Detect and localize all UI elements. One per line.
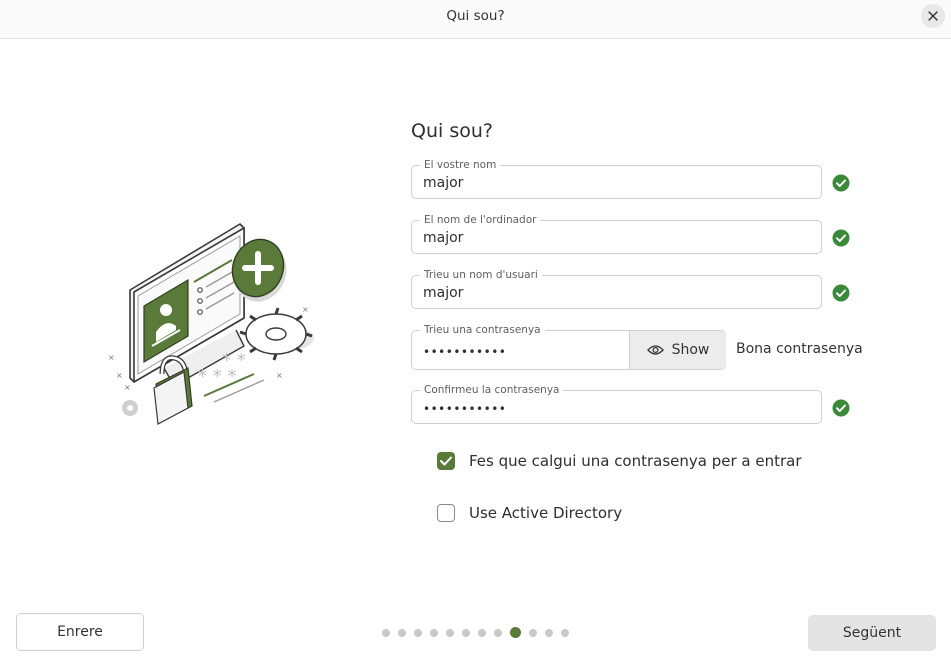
progress-dot bbox=[414, 628, 422, 637]
password-label: Trieu una contrasenya bbox=[420, 323, 545, 337]
progress-dot-current bbox=[510, 627, 521, 638]
password-value: ••••••••••• bbox=[423, 345, 507, 359]
confirm-password-value: ••••••••••• bbox=[423, 402, 507, 416]
svg-text:* *: * * bbox=[222, 350, 246, 371]
computer-name-field[interactable]: El nom de l'ordinador major bbox=[411, 213, 822, 254]
progress-dot bbox=[529, 628, 537, 637]
progress-dot bbox=[446, 628, 454, 637]
username-label: Trieu un nom d'usuari bbox=[420, 268, 542, 282]
confirm-password-field[interactable]: Confirmeu la contrasenya ••••••••••• bbox=[411, 383, 822, 424]
svg-text:×: × bbox=[116, 371, 123, 380]
valid-check-icon bbox=[832, 229, 850, 247]
password-strength: Bona contrasenya bbox=[736, 341, 863, 357]
computer-name-value: major bbox=[423, 230, 464, 246]
username-field[interactable]: Trieu un nom d'usuari major bbox=[411, 268, 822, 309]
eye-icon bbox=[646, 345, 664, 355]
valid-check-icon bbox=[832, 174, 850, 192]
full-name-label: El vostre nom bbox=[420, 158, 501, 172]
valid-check-icon bbox=[832, 284, 850, 302]
window-title: Qui sou? bbox=[446, 8, 505, 24]
progress-dot bbox=[430, 628, 438, 637]
active-directory-checkbox[interactable] bbox=[437, 504, 455, 522]
svg-text:×: × bbox=[124, 383, 131, 392]
checkmark-icon bbox=[440, 456, 452, 466]
computer-name-label: El nom de l'ordinador bbox=[420, 213, 541, 227]
full-name-field[interactable]: El vostre nom major bbox=[411, 158, 822, 199]
progress-dot bbox=[462, 628, 470, 637]
svg-text:×: × bbox=[108, 353, 115, 362]
svg-text:×: × bbox=[302, 305, 309, 314]
require-password-label: Fes que calgui una contrasenya per a ent… bbox=[469, 452, 802, 470]
page-title: Qui sou? bbox=[411, 120, 493, 142]
full-name-value: major bbox=[423, 175, 464, 191]
progress-dot bbox=[494, 628, 502, 637]
close-icon bbox=[928, 11, 938, 21]
progress-dots bbox=[382, 627, 569, 638]
title-bar: Qui sou? bbox=[0, 0, 951, 39]
user-setup-illustration: * * * * * × × × × × bbox=[108, 223, 314, 425]
progress-dot bbox=[561, 628, 569, 637]
username-value: major bbox=[423, 285, 464, 301]
active-directory-row[interactable]: Use Active Directory bbox=[437, 504, 622, 522]
show-password-label: Show bbox=[671, 342, 710, 358]
progress-dot bbox=[398, 628, 406, 637]
confirm-password-label: Confirmeu la contrasenya bbox=[420, 383, 564, 397]
show-password-button[interactable]: Show bbox=[629, 331, 726, 369]
require-password-row[interactable]: Fes que calgui una contrasenya per a ent… bbox=[437, 452, 802, 470]
require-password-checkbox[interactable] bbox=[437, 452, 455, 470]
progress-dot bbox=[545, 628, 553, 637]
close-button[interactable] bbox=[921, 4, 945, 28]
active-directory-label: Use Active Directory bbox=[469, 504, 623, 522]
next-button[interactable]: Següent bbox=[808, 615, 936, 651]
svg-text:×: × bbox=[276, 371, 283, 380]
password-field[interactable]: Trieu una contrasenya ••••••••••• Show bbox=[411, 323, 726, 370]
back-button[interactable]: Enrere bbox=[16, 613, 144, 651]
valid-check-icon bbox=[832, 399, 850, 417]
progress-dot bbox=[382, 628, 390, 637]
progress-dot bbox=[478, 628, 486, 637]
